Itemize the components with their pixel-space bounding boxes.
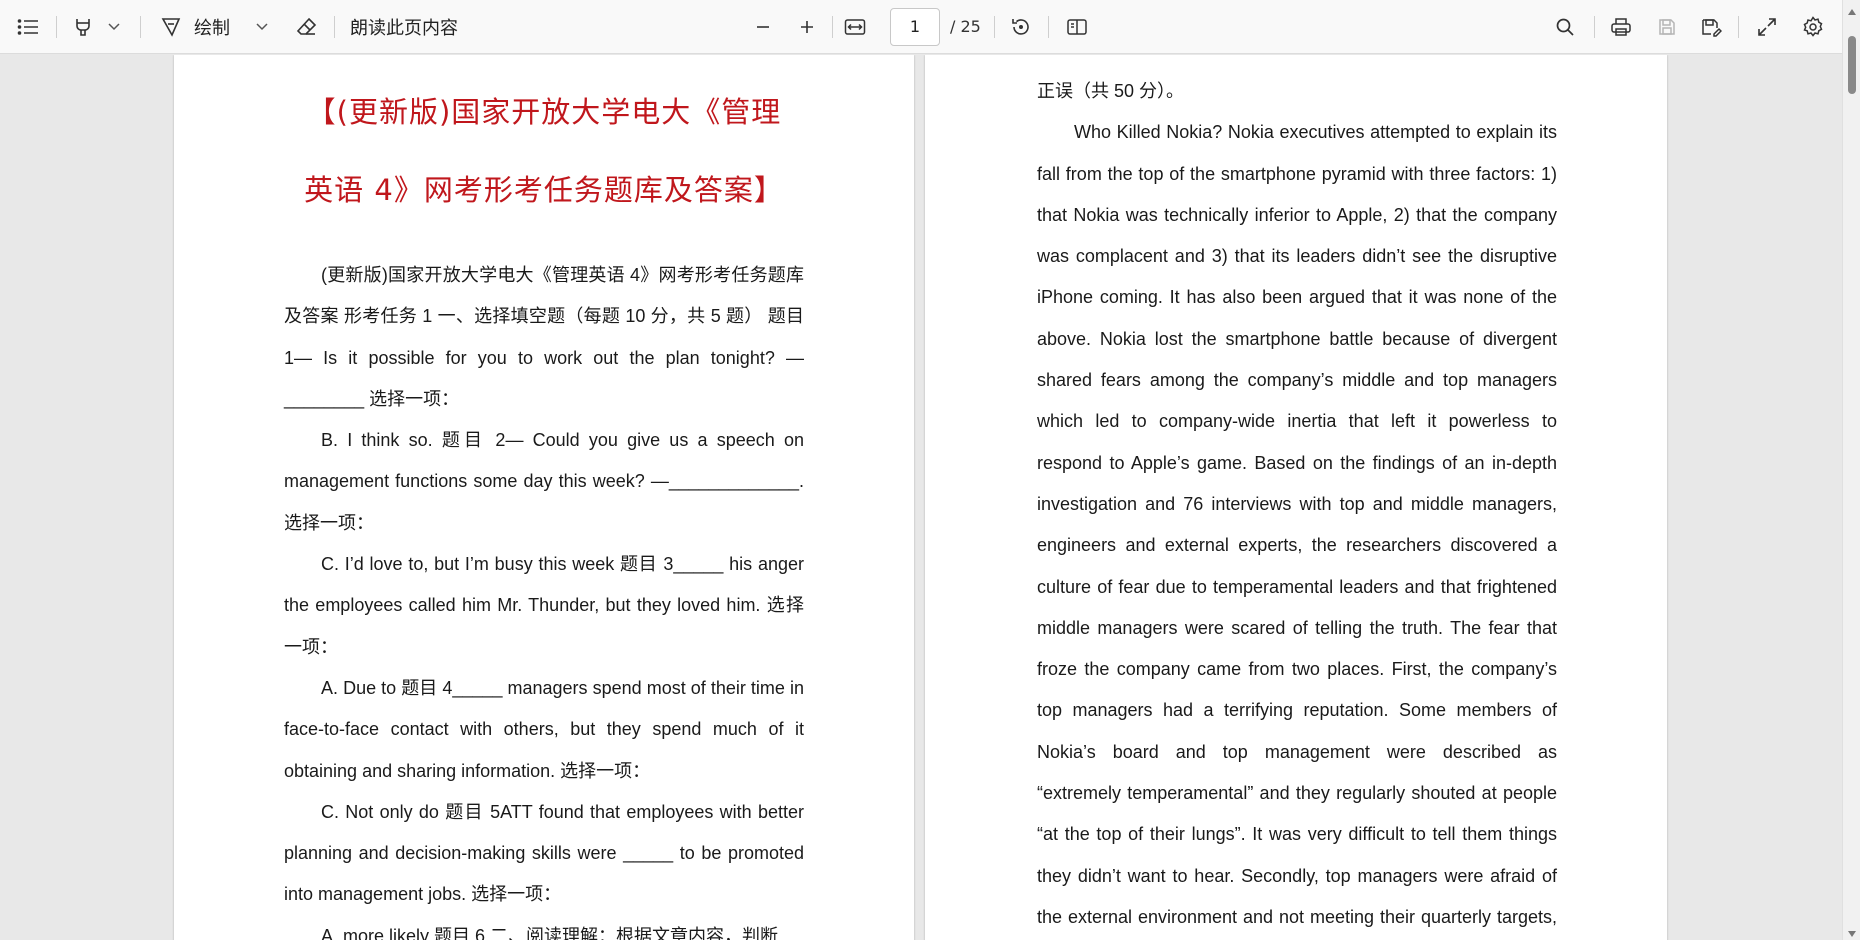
- highlight-options-button[interactable]: [102, 0, 126, 54]
- document-title-line-2: 英语 4》网考形考任务题库及答案】: [304, 173, 784, 207]
- zoom-out-button[interactable]: [748, 0, 778, 54]
- page-2-body: 正误（共 50 分）。 Who Killed Nokia? Nokia exec…: [1037, 71, 1557, 940]
- page-1-body: (更新版)国家开放大学电大《管理英语 4》网考形考任务题库及答案 形考任务 1 …: [284, 255, 804, 940]
- paragraph: (更新版)国家开放大学电大《管理英语 4》网考形考任务题库及答案 形考任务 1 …: [284, 265, 804, 409]
- highlight-button[interactable]: [66, 0, 100, 54]
- search-icon: [1555, 17, 1575, 37]
- page-view-icon: [1066, 17, 1088, 37]
- toolbar-separator: [832, 16, 833, 38]
- document-viewer[interactable]: 【(更新版)国家开放大学电大《管理 英语 4》网考形考任务题库及答案】 (更新版…: [0, 55, 1842, 940]
- fit-width-icon: [844, 18, 866, 36]
- read-aloud-label: 朗读此页内容: [350, 18, 458, 39]
- page-total: / 25: [950, 17, 981, 36]
- toolbar-separator: [56, 16, 57, 38]
- contents-icon: [17, 18, 39, 36]
- fit-width-button[interactable]: [838, 0, 872, 54]
- rotate-button[interactable]: [1004, 0, 1038, 54]
- document-title-line-1: 【(更新版)国家开放大学电大《管理: [306, 95, 782, 129]
- paragraph: A. Due to 题目 4_____ managers spend most …: [284, 677, 804, 781]
- arrow-up-icon: [1848, 0, 1856, 19]
- draw-icon: [160, 16, 182, 38]
- search-button[interactable]: [1548, 0, 1582, 54]
- toolbar-separator: [994, 16, 995, 38]
- contents-button[interactable]: [12, 0, 44, 54]
- toolbar-separator: [1594, 16, 1595, 38]
- paragraph: 正误（共 50 分）。: [1037, 81, 1185, 101]
- erase-button[interactable]: [290, 0, 324, 54]
- paragraph: C. Not only do 题目 5ATT found that employ…: [284, 801, 804, 905]
- draw-label: 绘制: [194, 18, 230, 39]
- zoom-in-icon: [799, 19, 815, 35]
- save-icon: [1657, 17, 1677, 37]
- pdf-page-2: 正误（共 50 分）。 Who Killed Nokia? Nokia exec…: [925, 55, 1667, 940]
- print-icon: [1610, 17, 1632, 37]
- save-button[interactable]: [1650, 0, 1684, 54]
- scrollbar-thumb[interactable]: [1848, 36, 1856, 94]
- pdf-page-1: 【(更新版)国家开放大学电大《管理 英语 4》网考形考任务题库及答案】 (更新版…: [174, 55, 914, 940]
- page-number-input[interactable]: 1: [890, 8, 940, 46]
- eraser-icon: [296, 16, 318, 38]
- zoom-in-button[interactable]: [792, 0, 822, 54]
- settings-icon: [1802, 16, 1824, 38]
- print-button[interactable]: [1604, 0, 1638, 54]
- highlight-icon: [72, 16, 94, 38]
- paragraph: B. I think so. 题目 2— Could you give us a…: [284, 430, 804, 533]
- paragraph: A. more likely 题目 6 二、阅读理解：根据文章内容，判断: [321, 925, 779, 940]
- draw-options-button[interactable]: [250, 0, 274, 54]
- read-aloud-button[interactable]: 朗读此页内容: [350, 0, 470, 54]
- arrow-down-icon: [1848, 922, 1856, 940]
- toolbar-separator: [1048, 16, 1049, 38]
- paragraph: Who Killed Nokia? Nokia executives attem…: [1037, 122, 1557, 927]
- scroll-down-button[interactable]: [1843, 922, 1860, 940]
- save-as-button[interactable]: [1694, 0, 1728, 54]
- toolbar-separator: [334, 16, 335, 38]
- pdf-toolbar: 绘制 朗读此页内容 1 / 25: [0, 0, 1860, 54]
- scroll-up-button[interactable]: [1843, 0, 1860, 18]
- toolbar-separator: [1738, 16, 1739, 38]
- save-as-icon: [1700, 17, 1722, 37]
- chevron-down-icon: [256, 23, 268, 31]
- fullscreen-icon: [1757, 17, 1777, 37]
- fullscreen-button[interactable]: [1750, 0, 1784, 54]
- page-view-button[interactable]: [1060, 0, 1094, 54]
- toolbar-separator: [140, 16, 141, 38]
- chevron-down-icon: [108, 23, 120, 31]
- rotate-icon: [1010, 16, 1032, 38]
- zoom-out-icon: [755, 19, 771, 35]
- settings-button[interactable]: [1796, 0, 1830, 54]
- vertical-scrollbar[interactable]: [1842, 0, 1860, 940]
- paragraph: C. I’d love to, but I’m busy this week 题…: [284, 554, 804, 657]
- document-title: 【(更新版)国家开放大学电大《管理 英语 4》网考形考任务题库及答案】: [174, 55, 914, 229]
